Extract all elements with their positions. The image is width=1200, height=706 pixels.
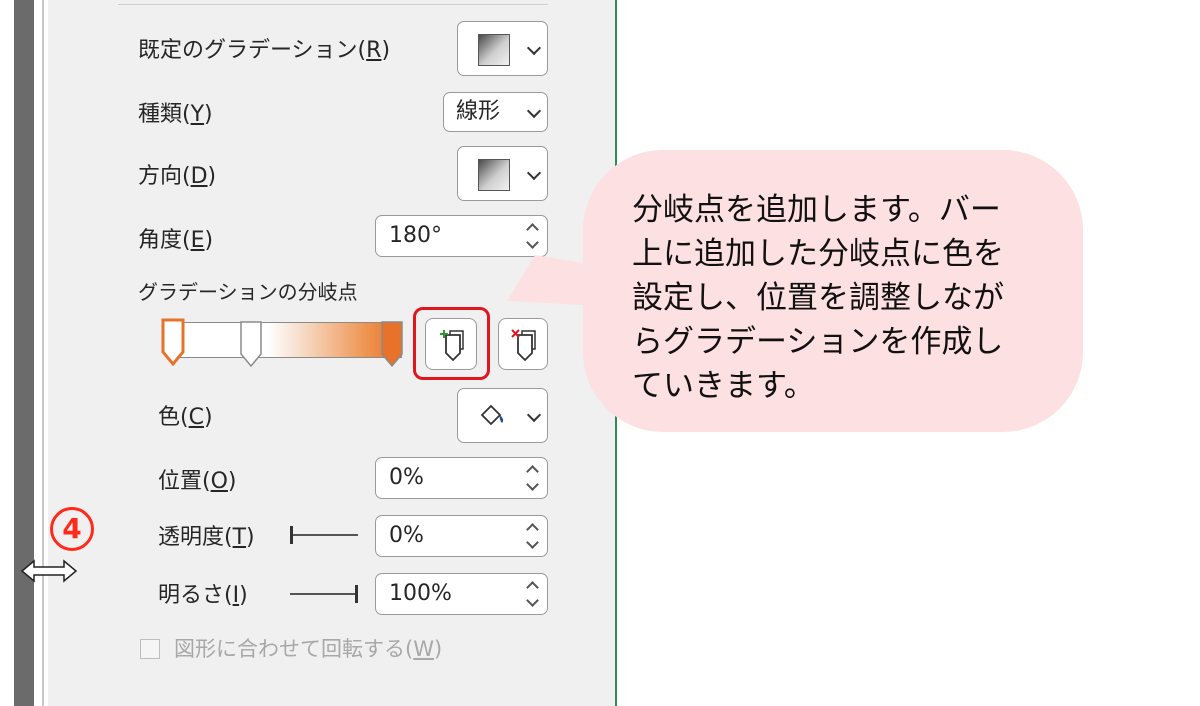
spin-up-icon[interactable] (526, 223, 539, 236)
transparency-label: 透明度(T) (158, 525, 255, 550)
spin-down-icon[interactable] (526, 478, 539, 491)
gradient-stop-2[interactable] (239, 320, 263, 368)
callout-text: 分岐点を追加します。バー 上に追加した分岐点に色を 設定し、位置を調整しなが ら… (632, 188, 1052, 408)
slider-track (290, 534, 358, 536)
spin-up-icon[interactable] (526, 465, 539, 478)
slider-thumb[interactable] (290, 526, 293, 544)
brightness-label: 明るさ(I) (158, 583, 248, 608)
callout-line: らグラデーションを作成し (632, 324, 1004, 360)
direction-label: 方向(D) (138, 164, 217, 189)
gradient-stops-label: グラデーションの分岐点 (138, 280, 358, 304)
remove-gradient-stop-icon (511, 329, 536, 362)
color-dropdown[interactable] (457, 388, 548, 443)
brightness-spinner[interactable]: 100% (375, 573, 548, 615)
preset-gradient-dropdown[interactable] (457, 21, 548, 76)
preset-gradient-label: 既定のグラデーション(R) (138, 38, 391, 63)
callout-line: 設定し、位置を調整しなが (632, 280, 1004, 316)
callout-line: ていきます。 (632, 368, 815, 404)
angle-value: 180° (389, 223, 442, 248)
rotate-with-shape-checkbox[interactable] (140, 639, 160, 659)
spin-up-icon[interactable] (526, 581, 539, 594)
gradient-stop-3[interactable] (380, 320, 404, 368)
slider-thumb[interactable] (355, 585, 358, 603)
brightness-value: 100% (389, 581, 452, 606)
remove-gradient-stop-button[interactable] (498, 318, 548, 370)
gradient-stop-1[interactable] (161, 318, 185, 366)
spin-down-icon[interactable] (526, 594, 539, 607)
resize-horizontal-cursor-icon (20, 559, 78, 583)
section-divider (118, 4, 548, 5)
slider-track (290, 593, 358, 595)
chevron-down-icon (526, 165, 542, 180)
chevron-down-icon (526, 407, 542, 422)
position-spinner[interactable]: 0% (375, 457, 548, 499)
position-label: 位置(O) (158, 469, 237, 494)
transparency-spinner[interactable]: 0% (375, 515, 548, 557)
transparency-value: 0% (389, 523, 424, 548)
pane-edge-line (42, 0, 44, 706)
gradient-type-value: 線形 (456, 99, 501, 124)
step-number-badge: 4 (50, 507, 94, 551)
pane-edge-dark (14, 0, 34, 706)
angle-label: 角度(E) (138, 228, 214, 253)
gradient-type-dropdown[interactable]: 線形 (443, 92, 548, 132)
chevron-down-icon (526, 103, 542, 119)
direction-swatch-icon (478, 158, 510, 191)
gradient-swatch-icon (478, 33, 510, 66)
callout-line: 分岐点を追加します。バー (632, 192, 1001, 228)
position-value: 0% (389, 465, 424, 490)
direction-dropdown[interactable] (457, 146, 548, 201)
add-gradient-stop-button[interactable] (425, 318, 477, 370)
chevron-down-icon (526, 40, 542, 55)
gradient-stops-bar[interactable] (170, 322, 402, 358)
rotate-with-shape-label: 図形に合わせて回転する(W) (174, 637, 443, 661)
spin-down-icon[interactable] (526, 536, 539, 549)
color-label: 色(C) (158, 405, 213, 430)
brightness-slider[interactable] (290, 585, 358, 603)
paint-bucket-icon (480, 404, 504, 426)
callout-line: 上に追加した分岐点に色を (632, 236, 1004, 272)
spin-up-icon[interactable] (526, 523, 539, 536)
type-label: 種類(Y) (138, 102, 213, 127)
transparency-slider[interactable] (290, 526, 358, 544)
add-gradient-stop-icon (440, 330, 464, 362)
